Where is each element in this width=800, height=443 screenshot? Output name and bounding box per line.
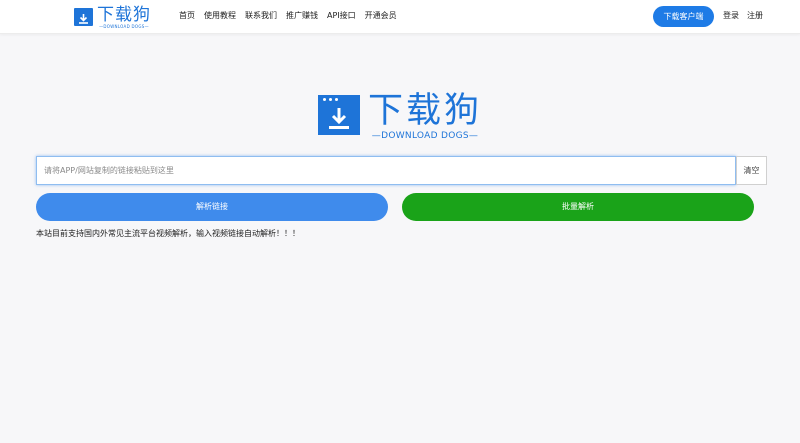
parse-link-button[interactable]: 解析链接	[36, 193, 388, 221]
nav-membership[interactable]: 开通会员	[365, 10, 397, 22]
nav-affiliate[interactable]: 推广赚钱	[286, 10, 318, 22]
download-client-button[interactable]: 下载客户端	[653, 6, 714, 27]
download-logo-icon	[74, 8, 93, 26]
header-logo-subtitle: —DOWNLOAD DOGS—	[99, 23, 149, 29]
clear-button[interactable]: 清空	[736, 156, 767, 185]
top-navbar: 下载狗 —DOWNLOAD DOGS— 首页 使用教程 联系我们 推广赚钱 AP…	[0, 0, 800, 34]
header-logo[interactable]: 下载狗 —DOWNLOAD DOGS—	[74, 5, 151, 29]
main-nav: 首页 使用教程 联系我们 推广赚钱 API接口 开通会员	[179, 10, 397, 22]
nav-contact[interactable]: 联系我们	[245, 10, 277, 22]
nav-tutorial[interactable]: 使用教程	[204, 10, 236, 22]
batch-parse-button[interactable]: 批量解析	[402, 193, 754, 221]
hero-logo-name: 下载狗	[368, 91, 483, 131]
login-link[interactable]: 登录	[723, 10, 739, 22]
support-notice: 本站目前支持国内外常见主流平台视频解析，输入视频链接自动解析！！！	[36, 229, 300, 238]
auth-links: 登录 注册	[723, 10, 763, 22]
hero-logo-subtitle: —DOWNLOAD DOGS—	[371, 131, 479, 141]
hero-logo: 下载狗 —DOWNLOAD DOGS—	[318, 92, 482, 142]
nav-api[interactable]: API接口	[327, 10, 356, 22]
nav-home[interactable]: 首页	[179, 10, 195, 22]
register-link[interactable]: 注册	[747, 10, 763, 22]
link-input[interactable]	[37, 157, 735, 184]
link-input-box	[36, 156, 736, 185]
download-logo-icon	[318, 95, 360, 135]
header-logo-name: 下载狗	[97, 4, 151, 25]
